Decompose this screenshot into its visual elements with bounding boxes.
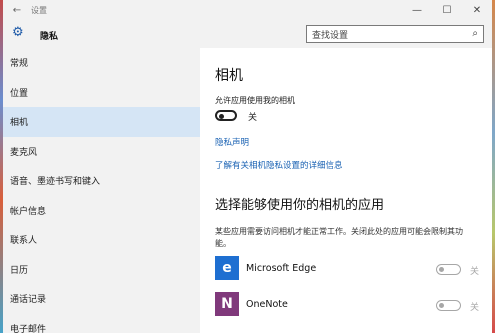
- app-row-onenote: N OneNote 关: [215, 292, 490, 318]
- settings-header: ⚙ 隐私 查找设置 ⌕: [3, 20, 492, 48]
- app-name: OneNote: [246, 299, 288, 310]
- search-input[interactable]: 查找设置 ⌕: [306, 25, 484, 43]
- privacy-statement-link[interactable]: 隐私声明: [215, 136, 249, 148]
- edge-camera-toggle[interactable]: [436, 264, 461, 275]
- camera-access-toggle-state: 关: [248, 113, 258, 123]
- app-name: Microsoft Edge: [246, 263, 317, 274]
- sidebar-item-speech-inking-typing[interactable]: 语音、墨迹书写和键入: [3, 166, 200, 196]
- settings-window: ← 设置 — ☐ ✕ ⚙ 隐私 查找设置 ⌕ 常规 位置 相机 麦克风 语音、墨…: [0, 0, 495, 333]
- section-title: 隐私: [40, 32, 59, 42]
- maximize-button[interactable]: ☐: [432, 0, 462, 20]
- gear-icon: ⚙: [12, 25, 24, 40]
- search-icon[interactable]: ⌕: [472, 28, 478, 39]
- onenote-icon: N: [215, 292, 239, 316]
- sidebar-item-general[interactable]: 常规: [3, 48, 200, 78]
- camera-access-label: 允许应用使用我的相机: [215, 96, 295, 105]
- window-controls: — ☐ ✕: [402, 0, 492, 20]
- sidebar-item-calendar[interactable]: 日历: [3, 255, 200, 285]
- sidebar-item-location[interactable]: 位置: [3, 78, 200, 108]
- sidebar: 常规 位置 相机 麦克风 语音、墨迹书写和键入 帐户信息 联系人 日历 通话记录…: [3, 48, 200, 333]
- sidebar-item-microphone[interactable]: 麦克风: [3, 137, 200, 167]
- apps-description: 某些应用需要访问相机才能正常工作。关闭此处的应用可能会限制其功能。: [215, 227, 463, 248]
- toggle-knob: [219, 113, 224, 119]
- app-row-edge: e Microsoft Edge 关: [215, 256, 490, 282]
- back-arrow-icon[interactable]: ←: [3, 5, 31, 16]
- sidebar-item-camera[interactable]: 相机: [3, 107, 200, 137]
- sidebar-item-call-history[interactable]: 通话记录: [3, 284, 200, 314]
- toggle-knob: [439, 302, 444, 308]
- camera-access-toggle[interactable]: [215, 110, 237, 121]
- apps-heading: 选择能够使用你的相机的应用: [215, 198, 385, 213]
- main-content: 相机 允许应用使用我的相机 关 隐私声明 了解有关相机隐私设置的详细信息 选择能…: [200, 48, 492, 333]
- sidebar-item-email[interactable]: 电子邮件: [3, 314, 200, 333]
- page-title: 相机: [215, 68, 243, 84]
- toggle-knob: [439, 266, 444, 272]
- edge-icon: e: [215, 256, 239, 280]
- title-bar: ← 设置 — ☐ ✕: [3, 0, 492, 20]
- learn-more-link[interactable]: 了解有关相机隐私设置的详细信息: [215, 159, 343, 171]
- close-button[interactable]: ✕: [462, 0, 492, 20]
- edge-toggle-state: 关: [470, 267, 480, 277]
- sidebar-item-account-info[interactable]: 帐户信息: [3, 196, 200, 226]
- onenote-toggle-state: 关: [470, 303, 480, 313]
- minimize-button[interactable]: —: [402, 0, 432, 20]
- window-title: 设置: [31, 5, 47, 15]
- onenote-camera-toggle[interactable]: [436, 300, 461, 311]
- search-placeholder: 查找设置: [312, 30, 349, 41]
- sidebar-item-contacts[interactable]: 联系人: [3, 225, 200, 255]
